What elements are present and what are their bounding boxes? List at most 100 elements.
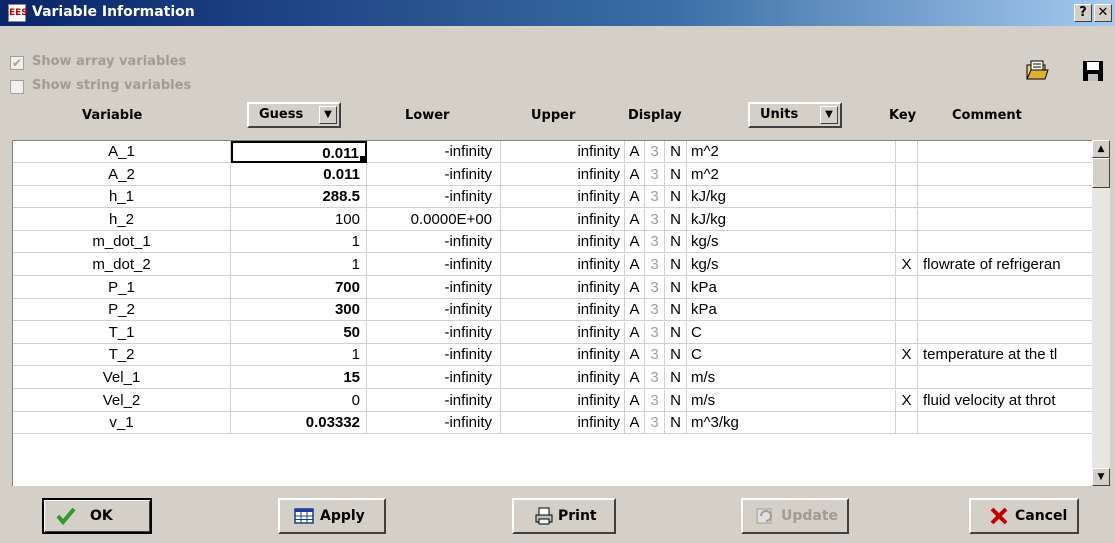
lower-bound-cell[interactable]: -infinity <box>367 389 501 412</box>
upper-bound-cell[interactable]: infinity <box>501 389 625 412</box>
variable-cell[interactable]: v_1 <box>13 412 231 435</box>
variable-grid[interactable]: A_1 0.011 -infinity infinity A 3 Nm^2 A_2 0.011-… <box>12 140 1096 486</box>
display-notation-cell[interactable]: N <box>665 389 687 412</box>
comment-cell[interactable] <box>918 164 1088 186</box>
display-format-cell[interactable]: A <box>625 186 645 209</box>
guess-cell[interactable]: 0.03332 <box>231 412 367 435</box>
units-cell[interactable]: C <box>687 344 896 367</box>
table-row[interactable]: P_2 300 -infinity infinity A 3 NkPa <box>13 299 1096 322</box>
comment-cell[interactable] <box>918 186 1088 208</box>
comment-cell[interactable] <box>918 141 1088 163</box>
guess-cell[interactable]: 0 <box>231 389 367 412</box>
key-cell[interactable] <box>896 299 918 322</box>
display-digits-cell[interactable]: 3 <box>645 321 665 344</box>
table-row[interactable]: Vel_2 0 -infinity infinity A 3 Nm/s Xfluid velo… <box>13 389 1096 412</box>
display-format-cell[interactable]: A <box>625 163 645 186</box>
key-cell[interactable] <box>896 367 918 389</box>
table-row[interactable]: T_1 50 -infinity infinity A 3 N C <box>13 321 1096 344</box>
table-row[interactable]: m_dot_1 1 -infinity infinity A 3 Nkg/s <box>13 231 1096 254</box>
key-cell[interactable] <box>896 208 918 231</box>
comment-cell[interactable]: fluid velocity at throt <box>918 390 1088 412</box>
display-format-cell[interactable]: A <box>625 254 645 276</box>
display-notation-cell[interactable]: N <box>665 141 687 163</box>
display-format-cell[interactable]: A <box>625 389 645 412</box>
display-notation-cell[interactable]: N <box>665 412 687 435</box>
table-row[interactable]: h_2 100 0.0000E+00 infinity A 3 NkJ/kg <box>13 208 1096 231</box>
units-cell[interactable]: kJ/kg <box>687 208 896 231</box>
lower-bound-cell[interactable]: 0.0000E+00 <box>367 208 501 231</box>
display-notation-cell[interactable]: N <box>665 367 687 389</box>
display-notation-cell[interactable]: N <box>665 276 687 299</box>
key-cell[interactable] <box>896 186 918 209</box>
display-format-cell[interactable]: A <box>625 208 645 231</box>
lower-bound-cell[interactable]: -infinity <box>367 254 501 276</box>
lower-bound-cell[interactable]: -infinity <box>367 231 501 254</box>
update-button[interactable]: Update <box>741 498 849 534</box>
lower-bound-cell[interactable]: -infinity <box>367 367 501 389</box>
guess-cell[interactable]: 700 <box>231 276 367 299</box>
guess-cell[interactable]: 100 <box>231 208 367 231</box>
display-notation-cell[interactable]: N <box>665 208 687 231</box>
variable-cell[interactable]: Vel_2 <box>13 389 231 412</box>
display-notation-cell[interactable]: N <box>665 163 687 186</box>
variable-cell[interactable]: m_dot_2 <box>13 254 231 276</box>
display-digits-cell[interactable]: 3 <box>645 208 665 231</box>
upper-bound-cell[interactable]: infinity <box>501 186 625 209</box>
display-format-cell[interactable]: A <box>625 367 645 389</box>
display-digits-cell[interactable]: 3 <box>645 141 665 163</box>
key-cell[interactable] <box>896 321 918 344</box>
table-row[interactable]: h_1 288.5 -infinity infinity A 3 NkJ/kg <box>13 186 1096 209</box>
table-row[interactable]: P_1 700 -infinity infinity A 3 NkPa <box>13 276 1096 299</box>
comment-cell[interactable] <box>918 277 1088 299</box>
guess-cell[interactable]: 288.5 <box>231 186 367 209</box>
guess-cell[interactable]: 1 <box>231 344 367 367</box>
display-notation-cell[interactable]: N <box>665 231 687 254</box>
display-format-cell[interactable]: A <box>625 141 645 163</box>
help-button[interactable]: ? <box>1074 4 1092 22</box>
display-notation-cell[interactable]: N <box>665 321 687 344</box>
display-notation-cell[interactable]: N <box>665 344 687 367</box>
key-cell[interactable] <box>896 412 918 435</box>
key-cell[interactable]: X <box>896 389 918 412</box>
variable-cell[interactable]: h_2 <box>13 208 231 231</box>
guess-cell[interactable]: 300 <box>231 299 367 322</box>
guess-cell[interactable]: 0.011 <box>231 163 367 186</box>
open-folder-icon[interactable] <box>1024 58 1050 84</box>
key-cell[interactable]: X <box>896 344 918 367</box>
display-format-cell[interactable]: A <box>625 231 645 254</box>
cell-resize-handle[interactable] <box>360 156 365 161</box>
units-cell[interactable]: kg/s <box>687 231 896 254</box>
display-digits-cell[interactable]: 3 <box>645 276 665 299</box>
key-cell[interactable] <box>896 163 918 186</box>
lower-bound-cell[interactable]: -infinity <box>367 299 501 322</box>
floppy-disk-icon[interactable] <box>1080 58 1106 84</box>
comment-cell[interactable] <box>918 209 1088 231</box>
variable-cell[interactable]: m_dot_1 <box>13 231 231 254</box>
guess-cell[interactable]: 1 <box>231 254 367 276</box>
scroll-thumb[interactable] <box>1092 158 1110 188</box>
comment-cell[interactable] <box>918 322 1088 344</box>
variable-cell[interactable]: A_1 <box>13 141 231 163</box>
units-cell[interactable]: m/s <box>687 389 896 412</box>
lower-bound-cell[interactable]: -infinity <box>367 163 501 186</box>
table-row[interactable]: A_1 0.011 -infinity infinity A 3 Nm^2 <box>13 141 1096 163</box>
units-cell[interactable]: kg/s <box>687 254 896 276</box>
display-notation-cell[interactable]: N <box>665 254 687 276</box>
variable-cell[interactable]: P_1 <box>13 276 231 299</box>
units-cell[interactable]: m^2 <box>687 163 896 186</box>
key-cell[interactable] <box>896 231 918 254</box>
display-digits-cell[interactable]: 3 <box>645 367 665 389</box>
units-cell[interactable]: kPa <box>687 299 896 322</box>
variable-cell[interactable]: A_2 <box>13 163 231 186</box>
display-digits-cell[interactable]: 3 <box>645 389 665 412</box>
lower-bound-cell[interactable]: -infinity <box>367 186 501 209</box>
key-cell[interactable] <box>896 276 918 299</box>
display-digits-cell[interactable]: 3 <box>645 231 665 254</box>
scroll-down-icon[interactable]: ▼ <box>1092 468 1110 486</box>
lower-bound-cell[interactable]: -infinity <box>367 344 501 367</box>
display-format-cell[interactable]: A <box>625 344 645 367</box>
comment-cell[interactable]: temperature at the tl <box>918 344 1088 366</box>
units-cell[interactable]: m^2 <box>687 141 896 163</box>
title-bar[interactable]: EES Variable Information ? ✕ <box>0 0 1115 26</box>
table-row[interactable]: A_2 0.011 -infinity infinity A 3 Nm^2 <box>13 163 1096 186</box>
